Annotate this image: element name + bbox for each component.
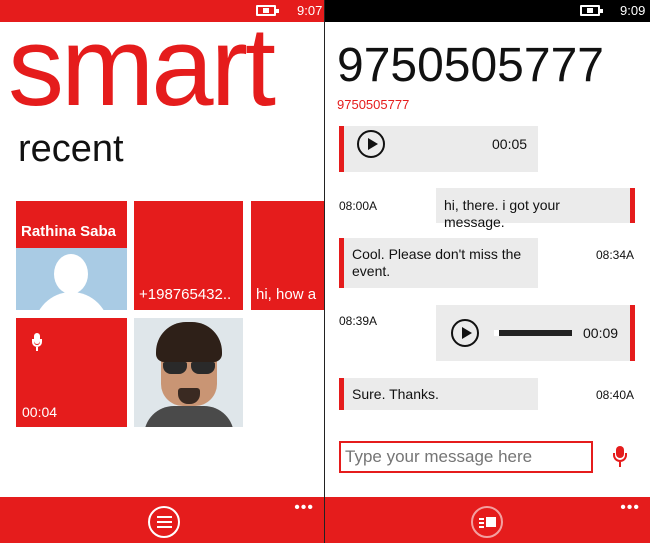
audio-progress-track[interactable] (494, 330, 572, 336)
photo-contact-tile[interactable] (134, 318, 243, 427)
contact-name: Rathina Saba (21, 223, 117, 240)
contact-subtitle: 9750505777 (337, 97, 410, 112)
messages-button[interactable] (471, 506, 503, 538)
message-time: 08:40A (596, 388, 635, 402)
number-tile[interactable]: +198765432.. (134, 201, 243, 310)
voice-message-tile[interactable]: 00:04 (16, 318, 127, 427)
message-preview: hi, how a (256, 286, 317, 303)
play-icon[interactable] (451, 319, 479, 347)
contact-number-title: 9750505777 (337, 39, 604, 92)
section-title: recent (18, 128, 124, 170)
checklist-icon (157, 516, 172, 528)
message-bubble-incoming[interactable]: Cool. Please don't miss the event. (339, 238, 538, 288)
audio-duration: 00:09 (583, 325, 619, 341)
microphone-icon (32, 333, 42, 353)
message-input[interactable] (339, 441, 593, 473)
app-bar: ••• (325, 497, 650, 543)
list-button[interactable] (148, 506, 180, 538)
status-bar: 9:09 (325, 0, 650, 22)
app-bar: ••• (0, 497, 324, 543)
message-time: 08:34A (596, 248, 635, 262)
play-icon[interactable] (357, 130, 385, 158)
message-text: Sure. Thanks. (352, 386, 439, 402)
audio-duration: 00:05 (492, 136, 528, 152)
message-text: hi, there. i got your message. (444, 197, 560, 230)
more-options-button[interactable]: ••• (620, 499, 640, 517)
audio-played-segment (494, 330, 499, 336)
status-time: 9:09 (620, 3, 646, 18)
contact-tile[interactable]: Rathina Saba (16, 201, 127, 310)
message-tile[interactable]: hi, how a (251, 201, 324, 310)
number-preview: +198765432.. (139, 286, 232, 303)
message-bubble-outgoing[interactable]: 00:09 (436, 305, 635, 361)
voice-duration: 00:04 (22, 404, 58, 420)
conversation-icon (479, 517, 497, 529)
message-text: Cool. Please don't miss the event. (352, 246, 522, 279)
recent-screen: 9:07 smart recent Rathina Saba +19876543… (0, 0, 324, 543)
sunglasses (161, 362, 217, 374)
message-bubble-incoming[interactable]: Sure. Thanks. (339, 378, 538, 410)
status-time: 9:07 (297, 3, 323, 18)
message-bubble-outgoing[interactable]: hi, there. i got your message. (436, 188, 635, 230)
battery-charging-icon (580, 5, 603, 16)
conversation-screen: 9:09 9750505777 9750505777 00:05 08:00A … (325, 0, 650, 543)
app-title: smart (8, 4, 276, 129)
avatar (16, 248, 127, 310)
message-time: 08:00A (339, 199, 378, 213)
message-time: 08:39A (339, 314, 378, 328)
message-bubble-incoming[interactable]: 00:05 (339, 126, 538, 172)
more-options-button[interactable]: ••• (294, 499, 314, 517)
record-voice-button[interactable] (613, 446, 627, 468)
